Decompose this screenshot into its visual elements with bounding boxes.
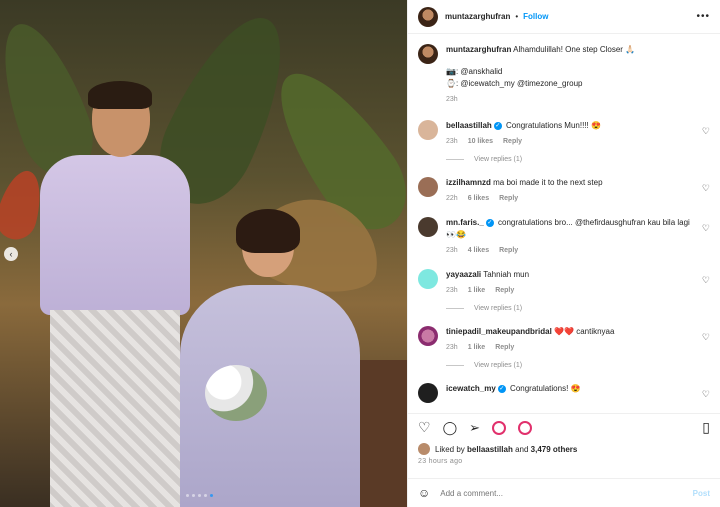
- header-username[interactable]: muntazarghufran: [445, 12, 510, 21]
- avatar[interactable]: [418, 6, 438, 27]
- comment: mn.faris._ ✓ congratulations bro... @thef…: [418, 217, 710, 257]
- story-ring-icon[interactable]: [518, 420, 533, 435]
- comment-likes[interactable]: 6 likes: [468, 193, 489, 205]
- post-modal: ‹ muntazarghufran • Follow ••• muntazarg…: [0, 0, 720, 507]
- add-comment-bar: ☺ Post: [408, 478, 720, 507]
- avatar[interactable]: [418, 44, 438, 64]
- comment-text: Tahniah mun: [483, 270, 530, 279]
- header-separator: •: [515, 12, 519, 21]
- liked-by-user[interactable]: bellaastillah: [467, 445, 513, 454]
- carousel-dot: [204, 494, 207, 497]
- post-button[interactable]: Post: [693, 489, 710, 498]
- comment-text: Congratulations Mun!!!! 😍: [506, 121, 601, 130]
- comment-username[interactable]: izzilhamnzd: [446, 178, 491, 187]
- comment: icewatch_my ✓ Congratulations! 😍 ♡: [418, 383, 710, 403]
- comment-time: 23h: [446, 287, 458, 294]
- chevron-left-icon: ‹: [9, 249, 13, 259]
- comment-time: 23h: [446, 344, 458, 351]
- comment-username[interactable]: icewatch_my: [446, 384, 496, 393]
- comment-text: Congratulations! 😍: [510, 384, 581, 393]
- reply-button[interactable]: Reply: [503, 136, 522, 148]
- comment-likes[interactable]: 10 likes: [468, 136, 493, 148]
- likes-summary: Liked by bellaastillah and 3,479 others: [418, 443, 577, 455]
- avatar[interactable]: [418, 177, 438, 197]
- caption-time: 23h: [446, 96, 458, 103]
- avatar[interactable]: [418, 269, 438, 289]
- story-ring-icon[interactable]: [492, 420, 507, 435]
- verified-badge-icon: ✓: [497, 384, 506, 393]
- comment-text: ma boi made it to the next step: [493, 178, 603, 187]
- comment-time: 23h: [446, 138, 458, 145]
- comment-likes[interactable]: 4 likes: [468, 245, 489, 257]
- heart-icon[interactable]: ♡: [702, 275, 710, 286]
- share-icon[interactable]: ➢: [469, 420, 480, 436]
- reply-button[interactable]: Reply: [499, 193, 518, 205]
- comment-time: 22h: [446, 195, 458, 202]
- follow-button[interactable]: Follow: [523, 12, 548, 21]
- comment: yayaazali Tahniah mun 23h 1 like Reply ♡: [418, 269, 710, 297]
- bookmark-icon[interactable]: ▯: [702, 419, 710, 436]
- post-timestamp: 23 hours ago: [418, 458, 463, 465]
- verified-badge-icon: ✓: [485, 218, 494, 227]
- comment-likes[interactable]: 1 like: [468, 342, 486, 354]
- liked-by-label: Liked by: [435, 444, 465, 454]
- bouquet: [205, 365, 267, 421]
- comment-time: 23h: [446, 247, 458, 254]
- like-icon[interactable]: ♡: [418, 419, 431, 436]
- likes-and: and: [515, 444, 529, 454]
- comment-icon[interactable]: ◯: [443, 420, 458, 436]
- avatar[interactable]: [418, 326, 438, 346]
- caption-line: 📷: @anskhalid: [446, 67, 503, 76]
- view-replies[interactable]: View replies (1): [446, 305, 710, 312]
- avatar[interactable]: [418, 443, 430, 455]
- more-options-icon[interactable]: •••: [696, 11, 710, 22]
- view-replies[interactable]: View replies (1): [446, 362, 710, 369]
- comment: izzilhamnzd ma boi made it to the next s…: [418, 177, 710, 205]
- comment-input[interactable]: [440, 488, 671, 498]
- post-side-panel: muntazarghufran • Follow ••• muntazarghu…: [407, 0, 720, 507]
- likes-others[interactable]: 3,479 others: [531, 445, 578, 454]
- heart-icon[interactable]: ♡: [702, 389, 710, 400]
- view-replies[interactable]: View replies (1): [446, 156, 710, 163]
- bride-figure: [180, 209, 360, 507]
- heart-icon[interactable]: ♡: [702, 332, 710, 343]
- carousel-dot: [186, 494, 189, 497]
- avatar[interactable]: [418, 120, 438, 140]
- post-photo[interactable]: ‹: [0, 0, 407, 507]
- heart-icon[interactable]: ♡: [702, 183, 710, 194]
- emoji-icon[interactable]: ☺: [418, 486, 430, 500]
- heart-icon[interactable]: ♡: [702, 223, 710, 234]
- comment-username[interactable]: yayaazali: [446, 270, 481, 279]
- comment-likes[interactable]: 1 like: [468, 285, 486, 297]
- avatar[interactable]: [418, 383, 438, 403]
- comment: tiniepadil_makeupandbridal ❤️❤️ cantikny…: [418, 326, 710, 354]
- comment-username[interactable]: bellaastillah: [446, 121, 492, 130]
- caption-line: ⌚: @icewatch_my @timezone_group: [446, 79, 583, 88]
- caption-username[interactable]: muntazarghufran: [446, 45, 511, 54]
- comment-username[interactable]: mn.faris._: [446, 218, 484, 227]
- reply-button[interactable]: Reply: [495, 342, 514, 354]
- reply-button[interactable]: Reply: [499, 245, 518, 257]
- comment: bellaastillah ✓ Congratulations Mun!!!! 😍…: [418, 120, 710, 148]
- groom-figure: [40, 81, 190, 507]
- reply-button[interactable]: Reply: [495, 285, 514, 297]
- avatar[interactable]: [418, 217, 438, 237]
- comments-list[interactable]: muntazarghufran Alhamdulillah! One step …: [408, 34, 720, 411]
- previous-photo-button[interactable]: ‹: [4, 247, 18, 261]
- heart-icon[interactable]: ♡: [702, 126, 710, 137]
- carousel-dots: [186, 494, 213, 497]
- caption-text: Alhamdulillah! One step Closer: [513, 45, 623, 54]
- comment-text: ❤️❤️ cantiknyaa: [554, 327, 615, 336]
- action-bar: ♡ ◯ ➢ ▯: [408, 413, 720, 441]
- carousel-dot: [198, 494, 201, 497]
- carousel-dot-active: [210, 494, 213, 497]
- verified-badge-icon: ✓: [493, 121, 502, 130]
- hands-emoji: 🙏🏻: [625, 45, 636, 54]
- carousel-dot: [192, 494, 195, 497]
- post-header: muntazarghufran • Follow •••: [408, 0, 720, 34]
- comment-username[interactable]: tiniepadil_makeupandbridal: [446, 327, 552, 336]
- caption: muntazarghufran Alhamdulillah! One step …: [418, 44, 710, 106]
